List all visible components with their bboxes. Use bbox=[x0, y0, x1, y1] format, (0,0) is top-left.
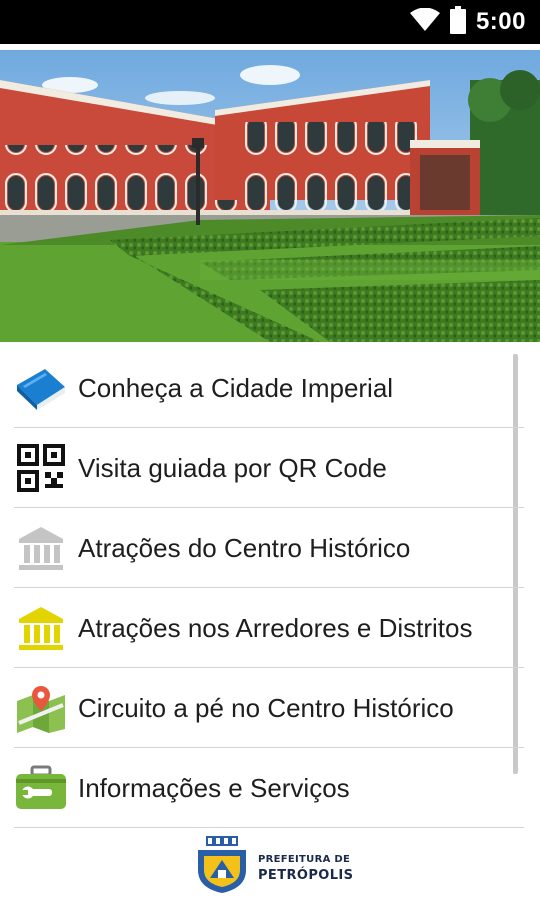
museum-gray-icon bbox=[14, 521, 68, 575]
toolbox-icon bbox=[14, 761, 68, 815]
qr-code-icon bbox=[14, 441, 68, 495]
logo-line-2: PETRÓPOLIS bbox=[258, 867, 354, 883]
map-pin-icon bbox=[14, 681, 68, 735]
coat-of-arms-icon bbox=[196, 836, 248, 899]
footer: PREFEITURA DE PETRÓPOLIS bbox=[0, 828, 540, 900]
status-bar: 5:00 bbox=[0, 0, 540, 44]
menu-item-centro-historico[interactable]: Atrações do Centro Histórico bbox=[14, 508, 524, 588]
menu-item-circuito-a-pe[interactable]: Circuito a pé no Centro Histórico bbox=[14, 668, 524, 748]
menu-item-label: Atrações do Centro Histórico bbox=[78, 532, 411, 563]
battery-icon bbox=[449, 5, 466, 39]
menu-item-arredores-distritos[interactable]: Atrações nos Arredores e Distritos bbox=[14, 588, 524, 668]
hero-image bbox=[0, 50, 540, 342]
menu-item-informacoes-servicos[interactable]: Informações e Serviços bbox=[14, 748, 524, 828]
menu-item-label: Atrações nos Arredores e Distritos bbox=[78, 612, 473, 643]
status-time: 5:00 bbox=[475, 8, 526, 35]
main-menu: Conheça a Cidade Imperial Visita guiada … bbox=[0, 346, 540, 828]
prefeitura-logo: PREFEITURA DE PETRÓPOLIS bbox=[196, 836, 353, 899]
menu-item-label: Circuito a pé no Centro Histórico bbox=[78, 692, 454, 723]
book-icon bbox=[14, 361, 68, 415]
menu-item-label: Conheça a Cidade Imperial bbox=[78, 372, 394, 403]
menu-item-label: Visita guiada por QR Code bbox=[78, 452, 387, 483]
menu-item-label: Informações e Serviços bbox=[78, 772, 350, 803]
logo-line-1: PREFEITURA DE bbox=[258, 853, 351, 865]
menu-item-cidade-imperial[interactable]: Conheça a Cidade Imperial bbox=[14, 348, 524, 428]
museum-yellow-icon bbox=[14, 601, 68, 655]
wifi-icon bbox=[409, 7, 440, 37]
menu-item-qr-code[interactable]: Visita guiada por QR Code bbox=[14, 428, 524, 508]
